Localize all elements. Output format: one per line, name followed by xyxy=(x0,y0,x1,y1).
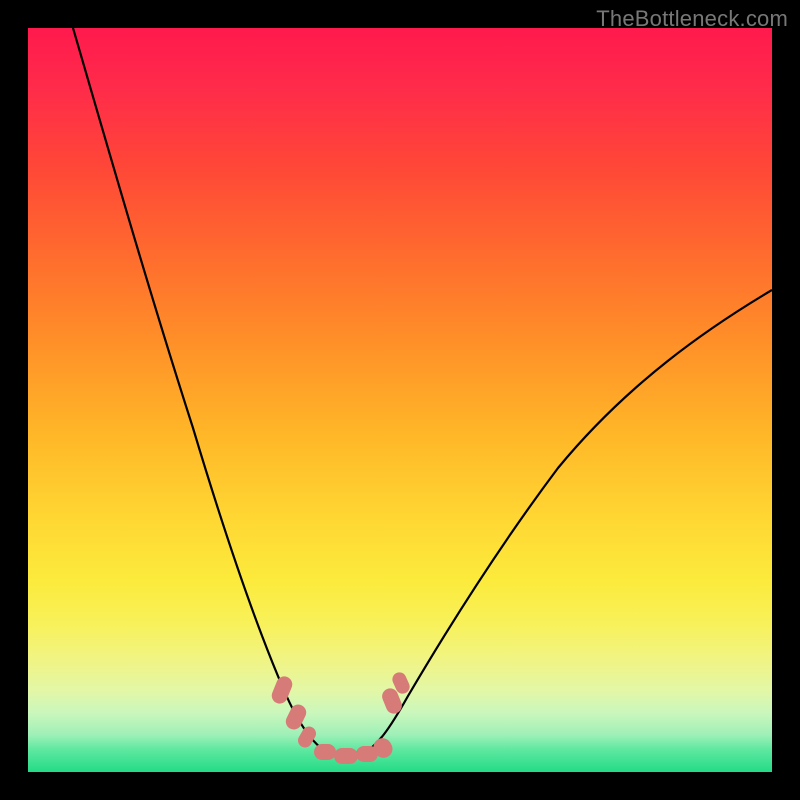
marker-cluster-right-uptick xyxy=(380,670,412,716)
left-curve xyxy=(73,28,333,756)
marker-blob xyxy=(283,702,309,732)
marker-blob xyxy=(269,674,294,706)
marker-blob xyxy=(295,724,318,750)
marker-blob xyxy=(334,748,358,764)
chart-frame: TheBottleneck.com xyxy=(0,0,800,800)
marker-cluster-bottom-run xyxy=(314,735,396,764)
curves-svg xyxy=(28,28,772,772)
plot-area xyxy=(28,28,772,772)
right-curve xyxy=(360,290,772,756)
marker-cluster-left-trough xyxy=(269,674,318,750)
marker-blob xyxy=(314,744,336,760)
